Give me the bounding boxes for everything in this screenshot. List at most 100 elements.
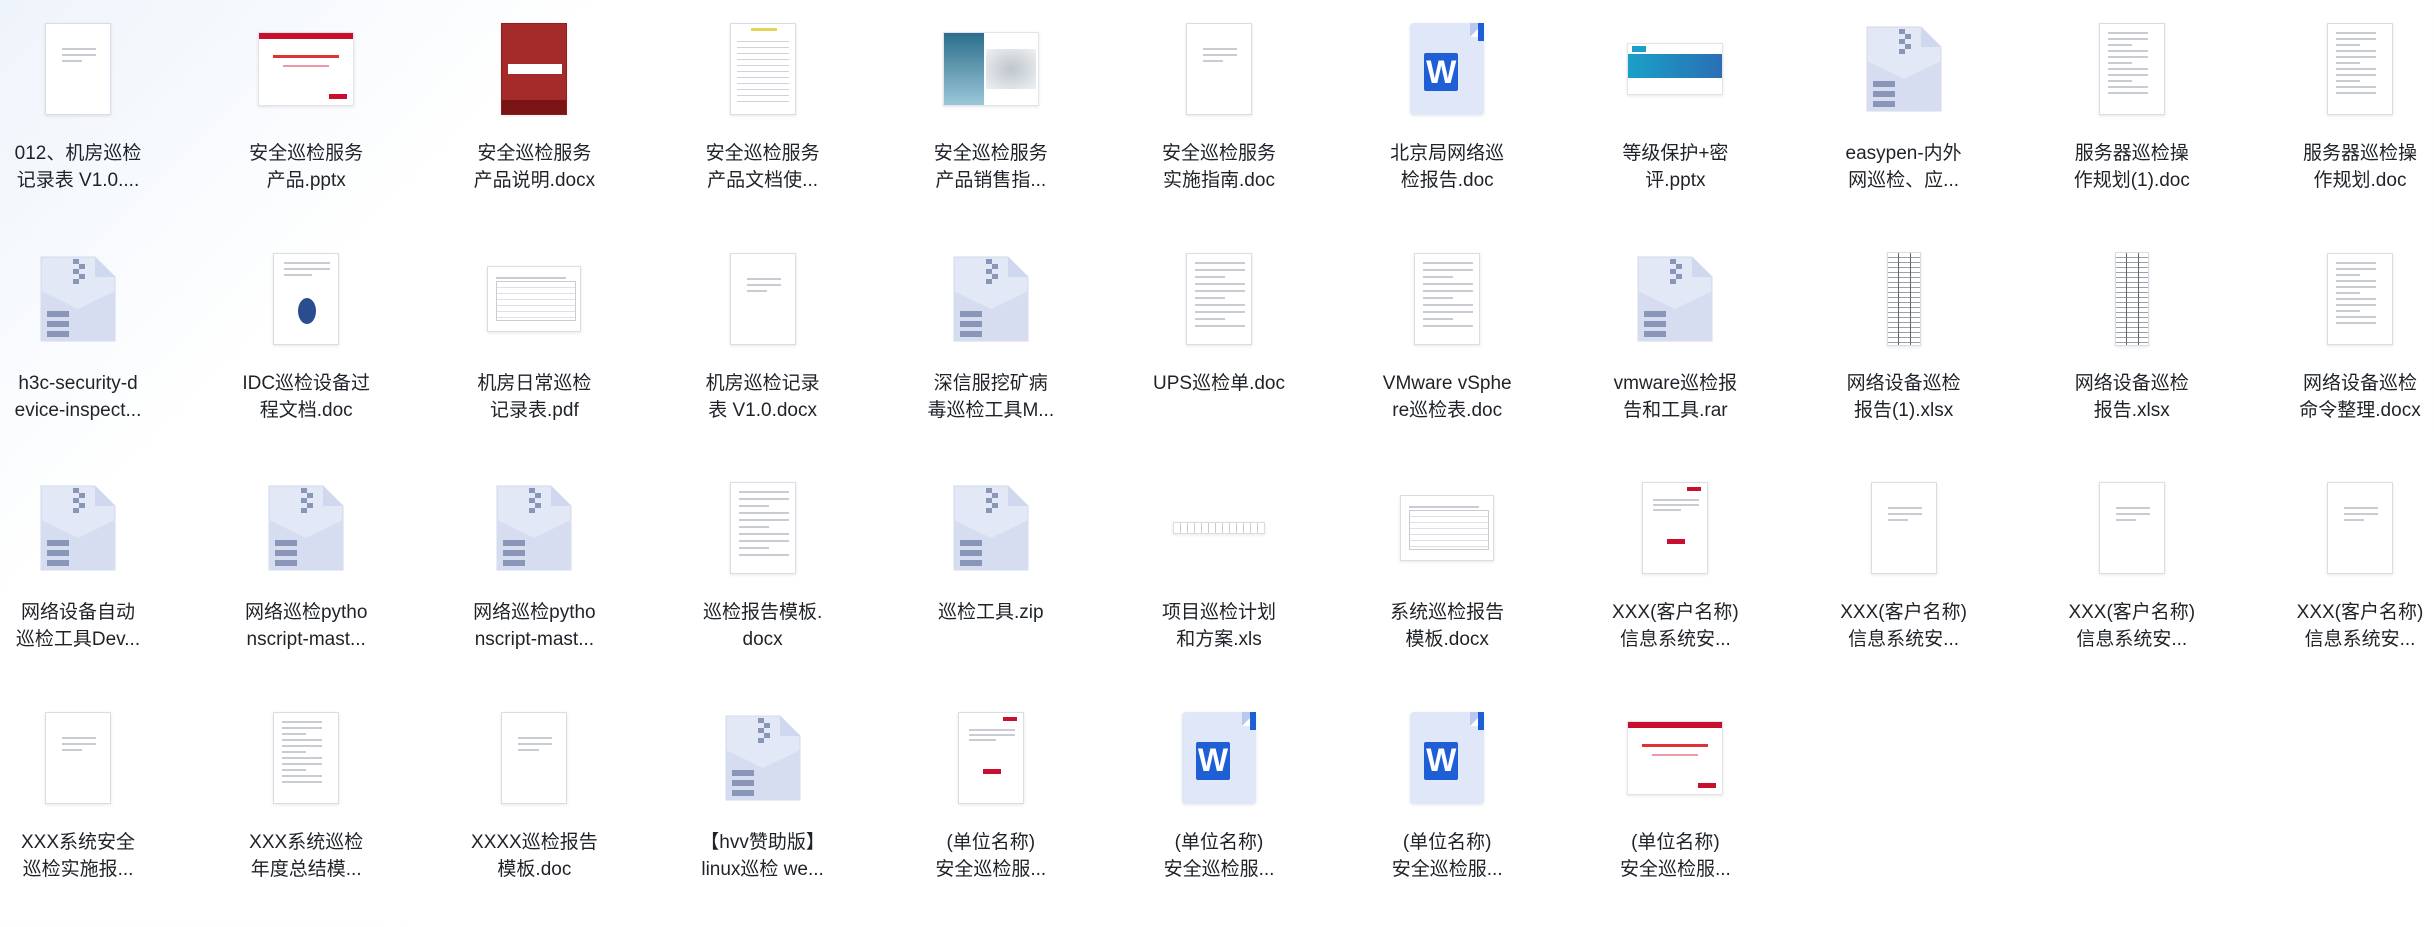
- file-thumbnail[interactable]: [663, 14, 863, 124]
- file-item[interactable]: VMware vSphe re巡检表.doc: [1347, 230, 1547, 450]
- file-name[interactable]: 网络设备自动 巡检工具Dev...: [0, 599, 178, 653]
- file-thumbnail[interactable]: [1804, 473, 2004, 583]
- file-name[interactable]: XXX系统巡检 年度总结模...: [206, 829, 406, 883]
- file-item[interactable]: 深信服挖矿病 毒巡检工具M...: [891, 230, 1091, 450]
- file-item[interactable]: 系统巡检报告 模板.docx: [1347, 459, 1547, 679]
- file-name[interactable]: XXX(客户名称) 信息系统安...: [2032, 599, 2232, 653]
- file-thumbnail[interactable]: [663, 703, 863, 813]
- file-item[interactable]: W (单位名称) 安全巡检服...: [1347, 689, 1547, 909]
- file-thumbnail[interactable]: [2260, 473, 2434, 583]
- file-thumbnail[interactable]: [434, 244, 634, 354]
- file-thumbnail[interactable]: W: [1347, 703, 1547, 813]
- file-thumbnail[interactable]: [206, 473, 406, 583]
- file-name[interactable]: 机房日常巡检 记录表.pdf: [434, 370, 634, 424]
- file-thumbnail[interactable]: [891, 14, 1091, 124]
- file-item[interactable]: vmware巡检报 告和工具.rar: [1575, 230, 1775, 450]
- file-name[interactable]: 安全巡检服务 产品销售指...: [891, 140, 1091, 194]
- file-name[interactable]: 安全巡检服务 实施指南.doc: [1119, 140, 1319, 194]
- file-item[interactable]: 网络巡检pytho nscript-mast...: [434, 459, 634, 679]
- file-thumbnail[interactable]: [1119, 244, 1319, 354]
- file-name[interactable]: 深信服挖矿病 毒巡检工具M...: [891, 370, 1091, 424]
- file-name[interactable]: 服务器巡检操 作规划.doc: [2260, 140, 2434, 194]
- file-thumbnail[interactable]: [1575, 703, 1775, 813]
- file-item[interactable]: XXX(客户名称) 信息系统安...: [2032, 459, 2232, 679]
- file-name[interactable]: vmware巡检报 告和工具.rar: [1575, 370, 1775, 424]
- file-name[interactable]: 网络巡检pytho nscript-mast...: [206, 599, 406, 653]
- file-name[interactable]: 等级保护+密 评.pptx: [1575, 140, 1775, 194]
- file-thumbnail[interactable]: [0, 14, 178, 124]
- file-thumbnail[interactable]: [0, 473, 178, 583]
- file-name[interactable]: 【hvv赞助版】 linux巡检 we...: [663, 829, 863, 883]
- file-item[interactable]: IDC巡检设备过 程文档.doc: [206, 230, 406, 450]
- file-thumbnail[interactable]: [2260, 14, 2434, 124]
- file-thumbnail[interactable]: [1575, 473, 1775, 583]
- file-name[interactable]: (单位名称) 安全巡检服...: [1575, 829, 1775, 883]
- file-name[interactable]: 网络设备巡检 报告.xlsx: [2032, 370, 2232, 424]
- file-item[interactable]: 【hvv赞助版】 linux巡检 we...: [663, 689, 863, 909]
- file-item[interactable]: XXX(客户名称) 信息系统安...: [1575, 459, 1775, 679]
- file-name[interactable]: 网络设备巡检 命令整理.docx: [2260, 370, 2434, 424]
- file-thumbnail[interactable]: [1804, 244, 2004, 354]
- file-item[interactable]: 服务器巡检操 作规划.doc: [2260, 0, 2434, 220]
- file-item[interactable]: 项目巡检计划 和方案.xls: [1119, 459, 1319, 679]
- file-item[interactable]: 机房日常巡检 记录表.pdf: [434, 230, 634, 450]
- file-item[interactable]: h3c-security-d evice-inspect...: [0, 230, 178, 450]
- file-thumbnail[interactable]: [206, 244, 406, 354]
- file-item[interactable]: 安全巡检服务 产品销售指...: [891, 0, 1091, 220]
- file-thumbnail[interactable]: [2032, 473, 2232, 583]
- file-thumbnail[interactable]: [1804, 14, 2004, 124]
- file-thumbnail[interactable]: [434, 14, 634, 124]
- file-item[interactable]: XXX系统巡检 年度总结模...: [206, 689, 406, 909]
- file-name[interactable]: 北京局网络巡 检报告.doc: [1347, 140, 1547, 194]
- file-name[interactable]: UPS巡检单.doc: [1119, 370, 1319, 397]
- file-item[interactable]: easypen-内外 网巡检、应...: [1804, 0, 2004, 220]
- file-thumbnail[interactable]: [891, 703, 1091, 813]
- file-item[interactable]: (单位名称) 安全巡检服...: [1575, 689, 1775, 909]
- file-name[interactable]: (单位名称) 安全巡检服...: [891, 829, 1091, 883]
- file-name[interactable]: 巡检报告模板. docx: [663, 599, 863, 653]
- file-thumbnail[interactable]: W: [1347, 14, 1547, 124]
- file-thumbnail[interactable]: [663, 244, 863, 354]
- file-thumbnail[interactable]: [1347, 473, 1547, 583]
- file-item[interactable]: 网络设备巡检 报告.xlsx: [2032, 230, 2232, 450]
- file-thumbnail[interactable]: [0, 703, 178, 813]
- file-name[interactable]: XXX系统安全 巡检实施报...: [0, 829, 178, 883]
- file-name[interactable]: (单位名称) 安全巡检服...: [1119, 829, 1319, 883]
- file-name[interactable]: 安全巡检服务 产品.pptx: [206, 140, 406, 194]
- file-thumbnail[interactable]: [434, 473, 634, 583]
- file-name[interactable]: 网络设备巡检 报告(1).xlsx: [1804, 370, 2004, 424]
- file-thumbnail[interactable]: [891, 244, 1091, 354]
- file-thumbnail[interactable]: [2260, 244, 2434, 354]
- file-name[interactable]: 安全巡检服务 产品文档使...: [663, 140, 863, 194]
- file-name[interactable]: easypen-内外 网巡检、应...: [1804, 140, 2004, 194]
- file-thumbnail[interactable]: [0, 244, 178, 354]
- file-thumbnail[interactable]: [1575, 244, 1775, 354]
- file-name[interactable]: IDC巡检设备过 程文档.doc: [206, 370, 406, 424]
- file-item[interactable]: 安全巡检服务 产品.pptx: [206, 0, 406, 220]
- file-thumbnail[interactable]: [1575, 14, 1775, 124]
- file-thumbnail[interactable]: W: [1119, 703, 1319, 813]
- file-name[interactable]: XXXX巡检报告 模板.doc: [434, 829, 634, 883]
- file-name[interactable]: 安全巡检服务 产品说明.docx: [434, 140, 634, 194]
- file-name[interactable]: 项目巡检计划 和方案.xls: [1119, 599, 1319, 653]
- file-name[interactable]: (单位名称) 安全巡检服...: [1347, 829, 1547, 883]
- file-name[interactable]: 机房巡检记录表 V1.0.docx: [663, 370, 863, 424]
- file-thumbnail[interactable]: [663, 473, 863, 583]
- file-thumbnail[interactable]: [891, 473, 1091, 583]
- file-item[interactable]: XXX(客户名称) 信息系统安...: [1804, 459, 2004, 679]
- file-thumbnail[interactable]: [206, 14, 406, 124]
- file-item[interactable]: 网络巡检pytho nscript-mast...: [206, 459, 406, 679]
- file-item[interactable]: 网络设备自动 巡检工具Dev...: [0, 459, 178, 679]
- file-item[interactable]: 巡检工具.zip: [891, 459, 1091, 679]
- file-item[interactable]: (单位名称) 安全巡检服...: [891, 689, 1091, 909]
- file-name[interactable]: VMware vSphe re巡检表.doc: [1347, 370, 1547, 424]
- file-thumbnail[interactable]: [1119, 14, 1319, 124]
- file-item[interactable]: XXX系统安全 巡检实施报...: [0, 689, 178, 909]
- file-thumbnail[interactable]: [206, 703, 406, 813]
- file-item[interactable]: 等级保护+密 评.pptx: [1575, 0, 1775, 220]
- file-item[interactable]: XXXX巡检报告 模板.doc: [434, 689, 634, 909]
- file-item[interactable]: 012、机房巡检 记录表 V1.0....: [0, 0, 178, 220]
- file-thumbnail[interactable]: [1119, 473, 1319, 583]
- file-thumbnail[interactable]: [2032, 14, 2232, 124]
- file-item[interactable]: 网络设备巡检 报告(1).xlsx: [1804, 230, 2004, 450]
